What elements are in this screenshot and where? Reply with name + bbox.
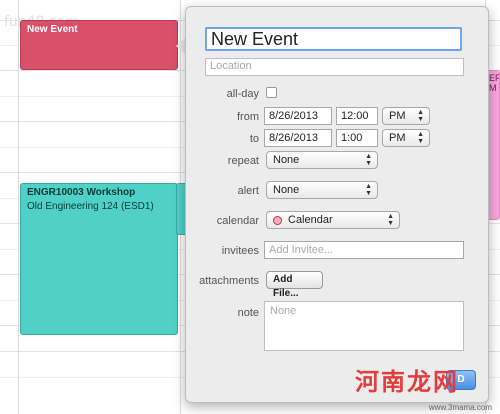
event-title: New Event <box>27 24 78 35</box>
alert-value: None <box>273 184 300 196</box>
chevron-updown-icon: ▲ ▼ <box>365 183 372 197</box>
stepper-arrows-icon: ▲ ▼ <box>417 109 424 123</box>
to-label: to <box>249 133 259 145</box>
watermark: www.3mama.com <box>428 403 492 412</box>
invitees-input[interactable]: Add Invitee... <box>264 241 464 259</box>
chevron-updown-icon: ▲ ▼ <box>387 213 394 227</box>
stepper-arrows-icon: ▲ ▼ <box>417 131 424 145</box>
event-title: ENGR10003 Workshop <box>27 187 136 198</box>
to-time-field[interactable]: 1:00 <box>336 129 378 147</box>
alert-label: alert <box>237 185 259 197</box>
repeat-value: None <box>273 154 300 166</box>
new-event-block[interactable]: New Event <box>20 20 178 70</box>
event-title-input[interactable]: New Event <box>205 27 462 51</box>
calendar-value: Calendar <box>288 214 333 226</box>
to-ampm-value: PM <box>389 132 406 144</box>
from-label: from <box>237 111 259 123</box>
alert-select[interactable]: None ▲ ▼ <box>266 181 378 199</box>
from-ampm-select[interactable]: PM ▲ ▼ <box>382 107 430 125</box>
chevron-updown-icon: ▲ ▼ <box>365 153 372 167</box>
calendar-select[interactable]: Calendar ▲ ▼ <box>266 211 400 229</box>
event-title: EF M <box>489 73 500 93</box>
note-label: note <box>237 307 259 319</box>
from-ampm-value: PM <box>389 110 406 122</box>
attachments-label: attachments <box>199 275 259 287</box>
watermark: 河南龙网 <box>355 368 459 396</box>
repeat-label: repeat <box>227 155 259 167</box>
event-location: Old Engineering 124 (ESD1) <box>27 201 154 212</box>
add-file-button[interactable]: Add File... <box>266 271 323 299</box>
to-date-field[interactable]: 8/26/2013 <box>264 129 332 147</box>
to-ampm-select[interactable]: PM ▲ ▼ <box>382 129 430 147</box>
workshop-event-block[interactable]: ENGR10003 Workshop Old Engineering 124 (… <box>20 183 178 335</box>
calendar-label: calendar <box>216 215 259 227</box>
invitees-label: invitees <box>221 245 259 257</box>
all-day-checkbox[interactable] <box>266 87 277 98</box>
from-time-field[interactable]: 12:00 <box>336 107 378 125</box>
note-textarea[interactable]: None <box>264 301 464 351</box>
location-input[interactable]: Location <box>205 58 464 76</box>
calendar-color-dot-icon <box>273 215 282 225</box>
grid-column-line <box>18 0 19 414</box>
repeat-select[interactable]: None ▲ ▼ <box>266 151 378 169</box>
from-date-field[interactable]: 8/26/2013 <box>264 107 332 125</box>
all-day-label: all-day <box>226 88 259 100</box>
